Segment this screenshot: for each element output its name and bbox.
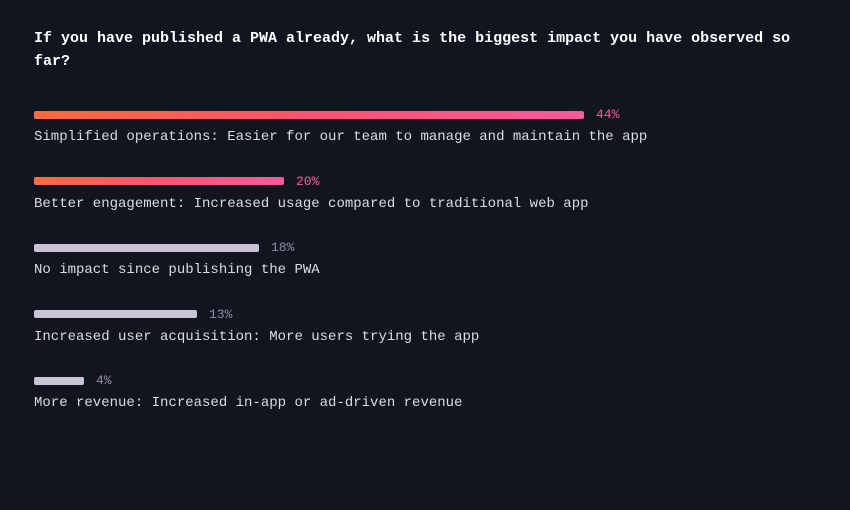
- bar-row: 4% More revenue: Increased in-app or ad-…: [34, 373, 816, 414]
- bar-segment: [34, 111, 584, 119]
- value-label: 4%: [96, 373, 112, 388]
- bar-row: 13% Increased user acquisition: More use…: [34, 307, 816, 348]
- category-label: Simplified operations: Easier for our te…: [34, 128, 816, 148]
- bar-row: 20% Better engagement: Increased usage c…: [34, 174, 816, 215]
- bar-segment: [34, 310, 197, 318]
- chart-title: If you have published a PWA already, wha…: [34, 28, 816, 73]
- category-label: More revenue: Increased in-app or ad-dri…: [34, 394, 816, 414]
- bar-row: 44% Simplified operations: Easier for ou…: [34, 107, 816, 148]
- bar-segment: [34, 244, 259, 252]
- category-label: Increased user acquisition: More users t…: [34, 328, 816, 348]
- bar-line: 44%: [34, 107, 816, 122]
- bar-line: 18%: [34, 240, 816, 255]
- bar-line: 4%: [34, 373, 816, 388]
- bar-row: 18% No impact since publishing the PWA: [34, 240, 816, 281]
- bar-segment: [34, 177, 284, 185]
- value-label: 13%: [209, 307, 232, 322]
- category-label: Better engagement: Increased usage compa…: [34, 195, 816, 215]
- value-label: 18%: [271, 240, 294, 255]
- value-label: 20%: [296, 174, 319, 189]
- bar-segment: [34, 377, 84, 385]
- category-label: No impact since publishing the PWA: [34, 261, 816, 281]
- bar-line: 13%: [34, 307, 816, 322]
- value-label: 44%: [596, 107, 619, 122]
- chart-container: If you have published a PWA already, wha…: [0, 0, 850, 460]
- bar-line: 20%: [34, 174, 816, 189]
